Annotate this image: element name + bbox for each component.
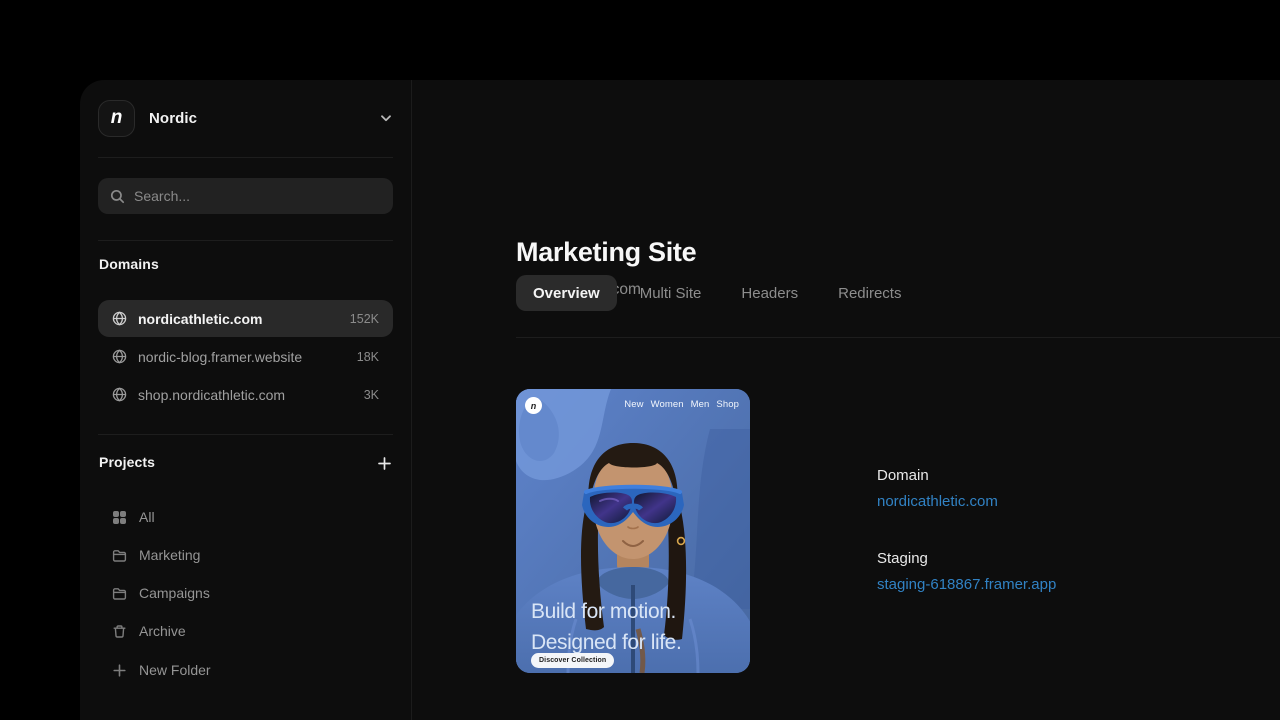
domain-detail-link[interactable]: nordicathletic.com xyxy=(877,492,998,511)
hero-headline-line1: Build for motion. xyxy=(531,596,681,627)
staging-detail: Staging staging-618867.framer.app xyxy=(877,549,1056,594)
project-label: New Folder xyxy=(139,662,211,678)
tab-headers[interactable]: Headers xyxy=(724,275,815,311)
workspace-logo: n xyxy=(98,100,135,137)
divider xyxy=(98,240,393,241)
plus-icon xyxy=(377,456,392,471)
sidebar-item-all[interactable]: All xyxy=(98,501,393,533)
domains-heading: Domains xyxy=(99,256,159,272)
hero-nav-link[interactable]: Men xyxy=(691,399,710,410)
project-label: All xyxy=(139,509,155,525)
search-placeholder: Search... xyxy=(134,188,190,204)
domain-count: 18K xyxy=(357,350,379,364)
divider xyxy=(516,337,1280,338)
sidebar-item-archive[interactable]: Archive xyxy=(98,615,393,647)
sidebar-item-domain-shop[interactable]: shop.nordicathletic.com 3K xyxy=(98,376,393,413)
chevron-down-icon[interactable] xyxy=(379,111,393,125)
app-window: n Nordic Search... Domains nordicathleti… xyxy=(80,80,1280,720)
search-icon xyxy=(110,189,125,204)
domain-count: 3K xyxy=(364,388,379,402)
page-title: Marketing Site xyxy=(516,237,696,268)
staging-detail-link[interactable]: staging-618867.framer.app xyxy=(877,575,1056,594)
workspace-switcher[interactable]: n Nordic xyxy=(98,96,393,140)
folder-icon xyxy=(112,586,127,601)
hero-site-logo: n xyxy=(525,397,542,414)
hero-nav-link[interactable]: New xyxy=(624,399,643,410)
staging-detail-label: Staging xyxy=(877,549,1056,568)
plus-icon xyxy=(112,663,127,678)
domain-detail-label: Domain xyxy=(877,466,998,485)
main-content: Marketing Site nordicathletic.com Overvi… xyxy=(413,80,1280,720)
add-project-button[interactable] xyxy=(373,452,395,474)
tab-overview[interactable]: Overview xyxy=(516,275,617,311)
hero-cta-button[interactable]: Discover Collection xyxy=(531,653,614,668)
hero-nav-link[interactable]: Shop xyxy=(716,399,739,410)
domain-detail: Domain nordicathletic.com xyxy=(877,466,998,511)
workspace-name: Nordic xyxy=(149,110,197,127)
project-label: Campaigns xyxy=(139,585,210,601)
tab-bar: Overview Multi Site Headers Redirects xyxy=(516,275,918,311)
project-label: Marketing xyxy=(139,547,200,563)
sidebar-item-domain-nordic-blog[interactable]: nordic-blog.framer.website 18K xyxy=(98,338,393,375)
globe-icon xyxy=(112,387,127,402)
tab-redirects[interactable]: Redirects xyxy=(821,275,918,311)
hero-nav-link[interactable]: Women xyxy=(651,399,684,410)
globe-icon xyxy=(112,311,127,326)
hero-headline: Build for motion. Designed for life. xyxy=(531,596,681,658)
sidebar: n Nordic Search... Domains nordicathleti… xyxy=(80,80,412,720)
tab-multi-site[interactable]: Multi Site xyxy=(623,275,719,311)
domain-name: nordicathletic.com xyxy=(138,311,262,327)
sidebar-item-domain-nordicathletic[interactable]: nordicathletic.com 152K xyxy=(98,300,393,337)
search-input[interactable]: Search... xyxy=(98,178,393,214)
folder-icon xyxy=(112,548,127,563)
sidebar-item-campaigns[interactable]: Campaigns xyxy=(98,577,393,609)
globe-icon xyxy=(112,349,127,364)
projects-heading: Projects xyxy=(99,454,155,470)
domain-name: nordic-blog.framer.website xyxy=(138,349,302,365)
site-preview-card[interactable]: n New Women Men Shop Build for motion. D… xyxy=(516,389,750,673)
grid-icon xyxy=(112,510,127,525)
domain-count: 152K xyxy=(350,312,379,326)
domain-name: shop.nordicathletic.com xyxy=(138,387,285,403)
hero-site-nav: New Women Men Shop xyxy=(624,399,739,410)
sidebar-item-new-folder[interactable]: New Folder xyxy=(98,654,393,686)
trash-icon xyxy=(112,624,127,639)
project-label: Archive xyxy=(139,623,186,639)
divider xyxy=(98,434,393,435)
sidebar-item-marketing[interactable]: Marketing xyxy=(98,539,393,571)
divider xyxy=(98,157,393,158)
